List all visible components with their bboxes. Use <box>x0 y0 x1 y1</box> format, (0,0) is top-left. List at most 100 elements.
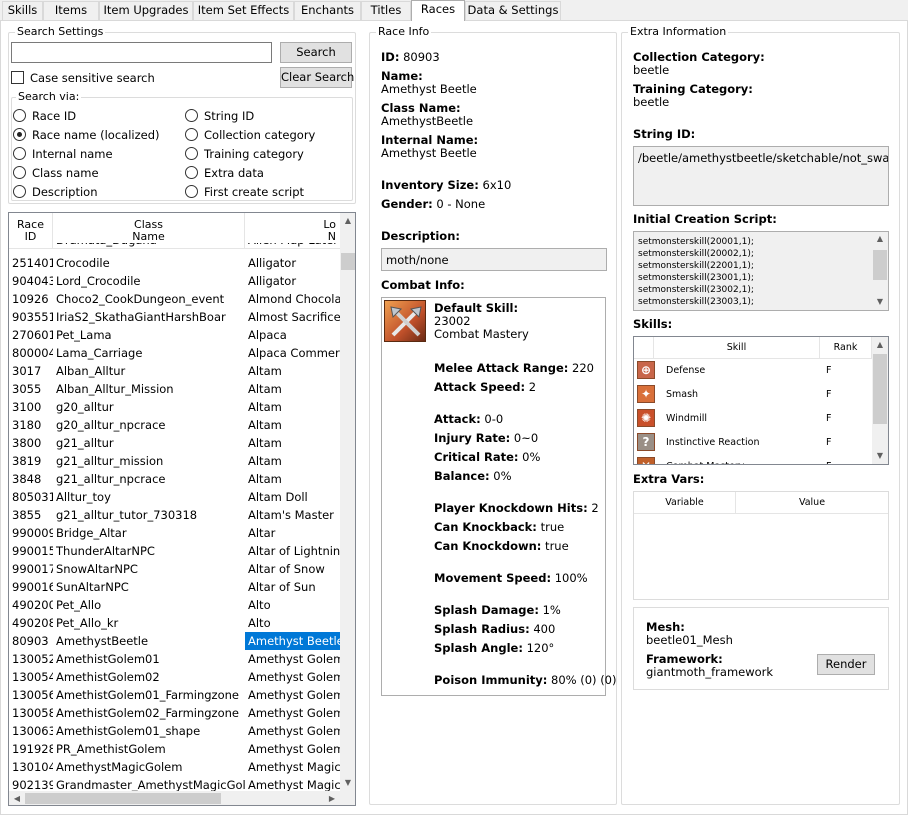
table-row[interactable]: 3017 Alban_Alltur Altam <box>9 362 341 380</box>
table-row[interactable]: 191928 PR_AmethistGolem Amethyst Golem <box>9 740 341 758</box>
skill-row[interactable]: ✦ Smash F <box>634 383 872 407</box>
radio-circle[interactable] <box>13 147 26 160</box>
radio-race-name-localized[interactable]: Race name (localized) <box>13 128 159 142</box>
tab-items[interactable]: Items <box>43 1 99 20</box>
combat-info-label: Combat Info: <box>381 278 465 292</box>
table-row[interactable]: 80903 AmethystBeetle Amethyst Beetle <box>9 632 341 650</box>
skills-vscrollbar[interactable]: ▲ ▼ <box>872 337 888 464</box>
table-row[interactable]: 990009 Bridge_Altar Altar <box>9 524 341 542</box>
scroll-thumb[interactable] <box>341 253 355 270</box>
table-row[interactable]: 130104AmethystMagicGolem Amethyst Magic G <box>9 758 341 776</box>
race-table-vscrollbar[interactable]: ▲ ▼ <box>340 213 355 791</box>
radio-circle[interactable] <box>185 147 198 160</box>
radio-description[interactable]: Description <box>13 185 98 199</box>
render-button[interactable]: Render <box>817 654 875 675</box>
table-row-partial[interactable]: Dramata_DaganaAllen Map Later <box>9 243 341 249</box>
radio-circle[interactable] <box>13 166 26 179</box>
radio-circle-selected[interactable] <box>13 128 26 141</box>
radio-circle[interactable] <box>13 109 26 122</box>
table-row[interactable]: 3180 g20_alltur_npcrace Altam <box>9 416 341 434</box>
table-row[interactable]: 130052 AmethistGolem01 Amethyst Golem <box>9 650 341 668</box>
radio-collection-category[interactable]: Collection category <box>185 128 315 142</box>
tab-data-settings[interactable]: Data & Settings <box>465 1 561 20</box>
table-row[interactable]: 130056 AmethistGolem01_Farmingzone Amethys… <box>9 686 341 704</box>
radio-string-id[interactable]: String ID <box>185 109 254 123</box>
description-field[interactable]: moth/none <box>381 248 607 271</box>
race-table-hscrollbar[interactable]: ◀ ▶ <box>9 791 355 805</box>
scroll-up-icon[interactable]: ▲ <box>872 337 888 353</box>
localized-name-cell: Altam <box>248 382 282 396</box>
extra-vars-column-header-variable[interactable]: Variable <box>634 492 736 514</box>
string-id-field[interactable]: /beetle/amethystbeetle/sketchable/not_sw… <box>633 146 889 206</box>
radio-circle[interactable] <box>185 185 198 198</box>
skill-row[interactable]: ✺ Windmill F <box>634 407 872 431</box>
table-row[interactable]: 270601 Pet_Lama Alpaca <box>9 326 341 344</box>
radio-circle[interactable] <box>13 185 26 198</box>
extra-vars-table[interactable]: Variable Value <box>633 491 889 600</box>
table-row[interactable]: 990017 SnowAltarNPC Altar of Snow <box>9 560 341 578</box>
table-row[interactable]: 990016 SunAltarNPC Altar of Sun <box>9 578 341 596</box>
search-button[interactable]: Search <box>280 42 352 63</box>
radio-circle[interactable] <box>185 166 198 179</box>
hscroll-thumb[interactable] <box>25 793 221 804</box>
table-row[interactable]: 3855 g21_alltur_tutor_730318 Altam's Maste… <box>9 506 341 524</box>
table-row[interactable]: 3800 g21_alltur Altam <box>9 434 341 452</box>
table-row[interactable]: 130063 AmethistGolem01_shape Amethyst Gole… <box>9 722 341 740</box>
table-row[interactable]: 805031 Alltur_toy Altam Doll <box>9 488 341 506</box>
scroll-thumb[interactable] <box>873 250 887 280</box>
table-row[interactable]: 903551 IriaS2_SkathaGiantHarshBoar Almost … <box>9 308 341 326</box>
inventory-size-line: Inventory Size: 6x10 <box>381 179 511 192</box>
table-row[interactable]: 10926 Choco2_CookDungeon_event Almond Choc… <box>9 290 341 308</box>
radio-circle[interactable] <box>185 109 198 122</box>
table-row[interactable]: 490208 Pet_Allo_kr Alto <box>9 614 341 632</box>
skills-column-header-rank[interactable]: Rank <box>820 337 872 359</box>
scroll-up-icon[interactable]: ▲ <box>340 213 355 229</box>
initial-creation-script-field[interactable]: setmonsterskill(20001,1); setmonsterskill… <box>633 231 889 311</box>
tab-item-set-effects[interactable]: Item Set Effects <box>193 1 294 20</box>
tab-item-upgrades[interactable]: Item Upgrades <box>99 1 193 20</box>
table-row[interactable]: 3819 g21_alltur_mission Altam <box>9 452 341 470</box>
case-sensitive-checkbox[interactable]: Case sensitive search <box>11 71 155 85</box>
radio-class-name[interactable]: Class name <box>13 166 99 180</box>
scroll-down-icon[interactable]: ▼ <box>340 775 355 791</box>
checkbox-box[interactable] <box>11 71 24 84</box>
table-row[interactable]: 990015 ThunderAltarNPC Altar of Lightning <box>9 542 341 560</box>
combat-stat: Poison Immunity: 80% (0) (0) <box>434 674 616 687</box>
scroll-left-icon[interactable]: ◀ <box>9 791 25 805</box>
tab-titles[interactable]: Titles <box>361 1 411 20</box>
table-row[interactable]: 3848 g21_alltur_npcrace Altam <box>9 470 341 488</box>
skills-column-header-skill[interactable]: Skill <box>654 337 820 359</box>
race-table[interactable]: Race ID Class Name Lo N Dramata_DaganaAl… <box>8 212 356 806</box>
tab-races[interactable]: Races <box>411 0 465 21</box>
radio-circle[interactable] <box>185 128 198 141</box>
skills-table[interactable]: Skill Rank ⊕ Defense F ✦ Smash F ✺ Windmill F? In… <box>633 336 889 465</box>
radio-training-category[interactable]: Training category <box>185 147 304 161</box>
tab-skills[interactable]: Skills <box>2 1 43 20</box>
skill-row[interactable]: ? Instinctive Reaction F <box>634 431 872 455</box>
search-input[interactable] <box>11 42 272 63</box>
extra-vars-column-header-value[interactable]: Value <box>736 492 888 514</box>
scroll-down-icon[interactable]: ▼ <box>872 295 888 309</box>
radio-race-id[interactable]: Race ID <box>13 109 76 123</box>
table-row[interactable]: 130058 AmethistGolem02_Farmingzone Amethys… <box>9 704 341 722</box>
scroll-up-icon[interactable]: ▲ <box>872 232 888 246</box>
table-row[interactable]: 490200 Pet_Allo Alto <box>9 596 341 614</box>
scroll-down-icon[interactable]: ▼ <box>872 448 888 464</box>
table-row[interactable]: 251401 Crocodile Alligator <box>9 254 341 272</box>
tab-enchants[interactable]: Enchants <box>294 1 361 20</box>
table-row[interactable]: 800004Lama_Carriage Alpaca Commerce <box>9 344 341 362</box>
skill-row[interactable]: ⊕ Defense F <box>634 359 872 383</box>
combat-stat: Can Knockback: true <box>434 521 564 534</box>
table-row[interactable]: 3055 Alban_Alltur_Mission Altam <box>9 380 341 398</box>
table-row[interactable]: 3100 g20_alltur Altam <box>9 398 341 416</box>
scroll-thumb[interactable] <box>873 354 887 424</box>
radio-extra-data[interactable]: Extra data <box>185 166 264 180</box>
table-row[interactable]: 904043 Lord_Crocodile Alligator <box>9 272 341 290</box>
skill-row[interactable]: ✕ Combat Mastery F <box>634 455 872 464</box>
clear-search-button[interactable]: Clear Search <box>280 67 354 88</box>
radio-internal-name[interactable]: Internal name <box>13 147 113 161</box>
scroll-right-icon[interactable]: ▶ <box>324 791 340 805</box>
script-vscrollbar[interactable]: ▲ ▼ <box>872 232 888 310</box>
table-row[interactable]: 130054 AmethistGolem02 Amethyst Golem <box>9 668 341 686</box>
radio-first-create-script[interactable]: First create script <box>185 185 304 199</box>
